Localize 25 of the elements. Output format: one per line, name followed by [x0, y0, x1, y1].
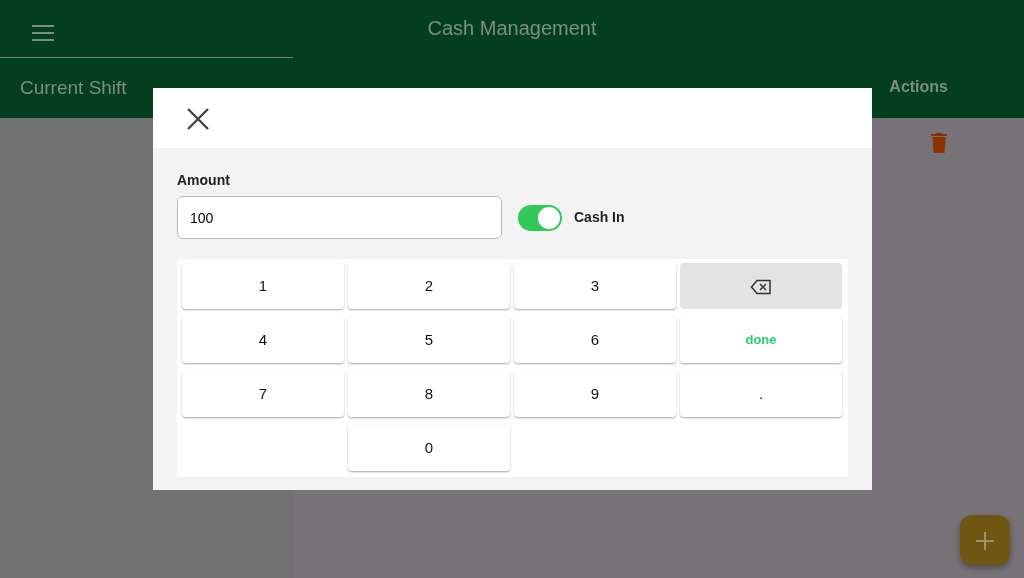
key-button[interactable]: 0	[348, 425, 510, 471]
key-button[interactable]: 8	[348, 371, 510, 417]
amount-field[interactable]: 100	[177, 196, 502, 239]
key-button[interactable]: 4	[182, 317, 344, 363]
close-button[interactable]	[186, 106, 210, 130]
key-button[interactable]: 1	[182, 263, 344, 309]
key-button[interactable]: .	[680, 371, 842, 417]
backspace-icon	[750, 278, 772, 295]
backspace-button[interactable]	[680, 263, 842, 309]
key-button[interactable]: 7	[182, 371, 344, 417]
column-header: Actions	[889, 77, 948, 97]
toggle-switch[interactable]	[518, 204, 562, 231]
panel-title: Current Shift	[20, 77, 127, 98]
key-button[interactable]: 6	[514, 317, 676, 363]
key-button[interactable]: 3	[514, 263, 676, 309]
toggle-label: Cash In	[574, 208, 625, 227]
key-button[interactable]: 2	[348, 263, 510, 309]
key-button[interactable]: 9	[514, 371, 676, 417]
plus-icon	[975, 530, 995, 551]
field-label: Amount	[177, 172, 230, 188]
menu-icon[interactable]	[32, 25, 54, 41]
app-title: Cash Management	[427, 17, 597, 39]
add-button[interactable]	[960, 515, 1010, 565]
trash-icon[interactable]	[931, 133, 947, 154]
key-button[interactable]: 5	[348, 317, 510, 363]
